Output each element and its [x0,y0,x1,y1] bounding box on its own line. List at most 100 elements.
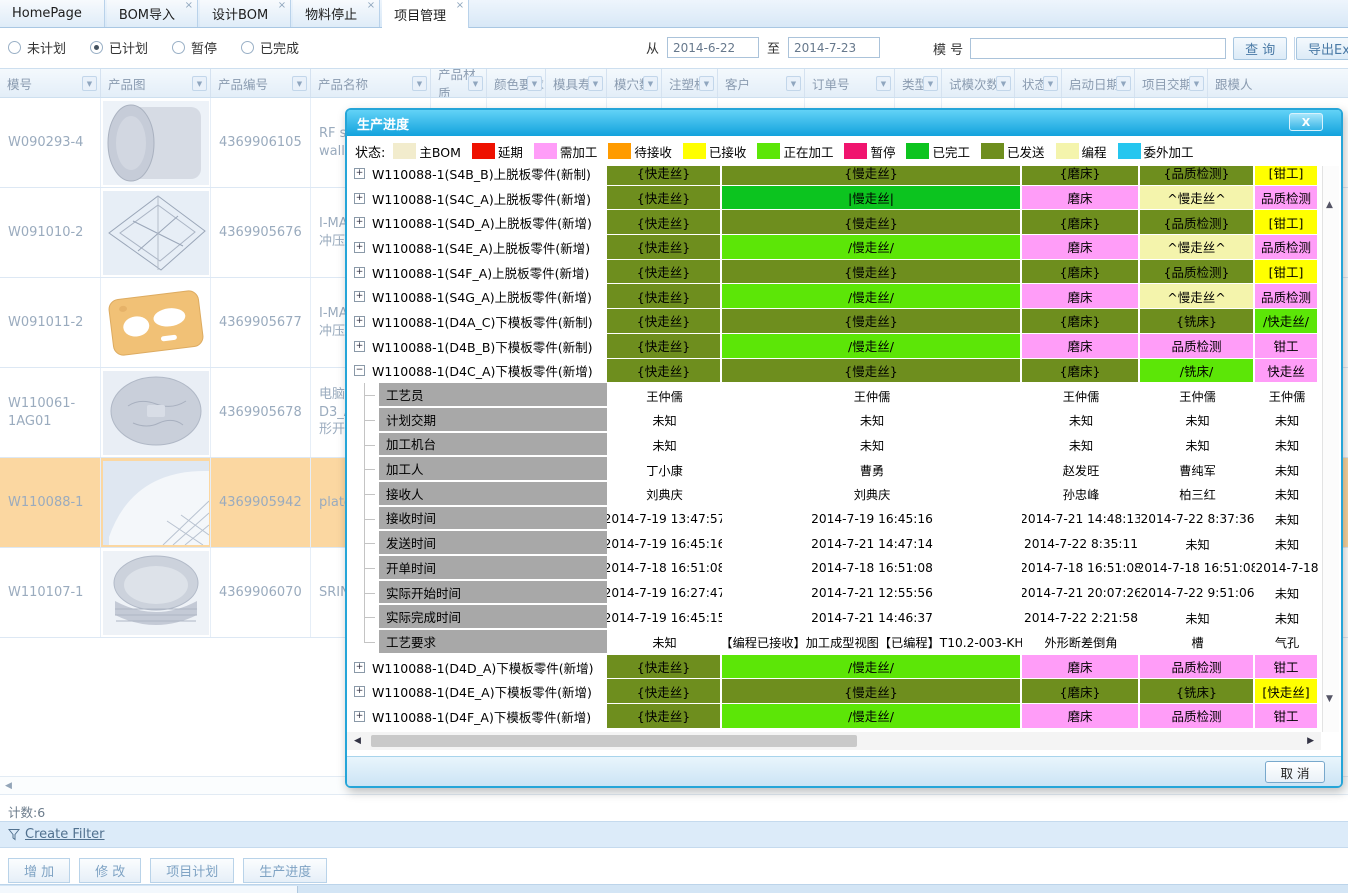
legend-item: 已发送 [981,142,1045,161]
filter-dropdown-icon[interactable]: ▼ [1116,76,1131,91]
expand-icon[interactable]: + [354,686,365,697]
expand-icon[interactable]: + [354,662,365,673]
modify-button[interactable]: 修 改 [79,858,141,883]
scroll-up-icon[interactable]: ▲ [1326,200,1333,210]
operation-cell: ^慢走丝^ [1140,284,1255,309]
operation-cell: |慢走丝| [722,186,1022,211]
expand-icon[interactable]: + [354,711,365,722]
scrollbar-thumb[interactable] [371,735,857,747]
legend-swatch [608,143,631,159]
expand-icon[interactable]: + [354,341,365,352]
filter-dropdown-icon[interactable]: ▼ [996,76,1011,91]
filter-dropdown-icon[interactable]: ▼ [643,76,658,91]
filter-dropdown-icon[interactable]: ▼ [923,76,938,91]
query-button[interactable]: 查 询 [1233,37,1287,60]
operation-cell: 钳工 [1255,655,1319,680]
date-from-input[interactable] [667,37,759,58]
detail-row: 实际开始时间2014-7-19 16:27:472014-7-21 12:55:… [347,581,1321,606]
orange-plate-thumbnail [103,281,209,365]
wireframe-frame-thumbnail [103,191,209,275]
scrollbar-thumb[interactable] [0,886,298,893]
tab-bom-import[interactable]: BOM导入× [107,0,198,27]
operation-cell: 钳工 [1255,334,1319,359]
part-tree-cell: +W110088-1(S4G_A)上脱板零件(新增) [347,284,607,309]
filter-dropdown-icon[interactable]: ▼ [786,76,801,91]
filter-dropdown-icon[interactable]: ▼ [588,76,603,91]
expand-icon[interactable]: + [354,217,365,228]
detail-value: 2014-7-22 8:37:36 [1140,507,1255,532]
product-image-cell [101,188,211,277]
expand-icon[interactable]: + [354,242,365,253]
legend-item: 主BOM [393,142,460,161]
filter-dropdown-icon[interactable]: ▼ [82,76,97,91]
radio-unplanned[interactable]: 未计划 [8,38,66,57]
part-tree-cell: +W110088-1(D4E_A)下模板零件(新增) [347,679,607,704]
tab-material-stop[interactable]: 物料停止× [293,0,380,27]
filter-dropdown-icon[interactable]: ▼ [876,76,891,91]
detail-value: 未知 [1022,408,1140,433]
tab-close-icon[interactable]: × [185,1,193,11]
detail-value: 未知 [1140,605,1255,630]
scroll-right-icon[interactable]: ▶ [1307,736,1314,746]
tab-homepage[interactable]: HomePage [0,0,105,27]
radio-label: 暂停 [191,38,217,57]
filter-dropdown-icon[interactable]: ▼ [412,76,427,91]
legend-item: 已接收 [683,142,747,161]
progress-row: +W110088-1(S4C_A)上脱板零件(新增){快走丝}|慢走丝|磨床^慢… [347,186,1321,211]
radio-planned[interactable]: 已计划 [90,38,148,57]
legend-swatch [757,143,780,159]
product-no-cell: 4369906105 [211,98,311,187]
detail-value: 未知 [722,433,1022,458]
page-horizontal-scrollbar[interactable] [0,884,1348,893]
column-header-11: 类型▼ [895,69,942,97]
filter-dropdown-icon[interactable]: ▼ [292,76,307,91]
filter-dropdown-icon[interactable]: ▼ [468,76,483,91]
detail-value: 未知 [1255,531,1319,556]
date-range: 从 至 [646,37,880,58]
project-plan-button[interactable]: 项目计划 [150,858,234,883]
date-to-input[interactable] [788,37,880,58]
cancel-button[interactable]: 取 消 [1265,761,1325,783]
tree-connector [347,556,379,581]
add-button[interactable]: 增 加 [8,858,70,883]
action-button-row: 增 加修 改项目计划生产进度 [8,858,327,883]
filter-dropdown-icon[interactable]: ▼ [699,76,714,91]
detail-row: 工艺要求未知【编程已接收】加工成型视图【已编程】T10.2-003-KH外形断差… [347,630,1321,655]
expand-icon[interactable]: + [354,291,365,302]
detail-value: 刘典庆 [607,482,722,507]
radio-paused[interactable]: 暂停 [172,38,217,57]
filter-dropdown-icon[interactable]: ▼ [527,76,542,91]
close-button[interactable]: X [1289,113,1323,131]
tab-close-icon[interactable]: × [278,1,286,11]
operation-cell: ^慢走丝^ [1140,235,1255,260]
export-excel-button[interactable]: 导出Excel [1296,37,1348,60]
detail-value: 未知 [1255,408,1319,433]
tab-design-bom[interactable]: 设计BOM× [200,0,291,27]
expand-icon[interactable]: + [354,193,365,204]
scroll-left-icon[interactable]: ◀ [5,781,12,791]
operation-cell: {铣床} [1140,309,1255,334]
tree-connector [347,482,379,507]
tab-close-icon[interactable]: × [367,1,375,11]
expand-icon[interactable]: + [354,168,365,179]
tree-connector [347,605,379,630]
create-filter-link[interactable]: Create Filter [25,827,105,842]
expand-icon[interactable]: + [354,316,365,327]
filter-dropdown-icon[interactable]: ▼ [192,76,207,91]
production-progress-button[interactable]: 生产进度 [243,858,327,883]
detail-value: 【编程已接收】加工成型视图【已编程】T10.2-003-KH [722,630,1022,655]
radio-completed[interactable]: 已完成 [241,38,299,57]
scroll-down-icon[interactable]: ▼ [1326,694,1333,704]
filter-dropdown-icon[interactable]: ▼ [1043,76,1058,91]
collapse-icon[interactable]: − [354,365,365,376]
expand-icon[interactable]: + [354,267,365,278]
filter-dropdown-icon[interactable]: ▼ [1189,76,1204,91]
dialog-vertical-scrollbar[interactable]: ▲ ▼ [1322,166,1339,732]
tab-project-management[interactable]: 项目管理× [382,0,469,28]
tab-close-icon[interactable]: × [456,1,464,11]
mold-input[interactable] [970,38,1226,59]
dialog-horizontal-scrollbar[interactable]: ◀ ▶ [347,732,1321,750]
scroll-left-icon[interactable]: ◀ [354,736,361,746]
column-header-label: 跟模人 [1215,74,1253,93]
legend-item-label: 已接收 [709,142,747,161]
